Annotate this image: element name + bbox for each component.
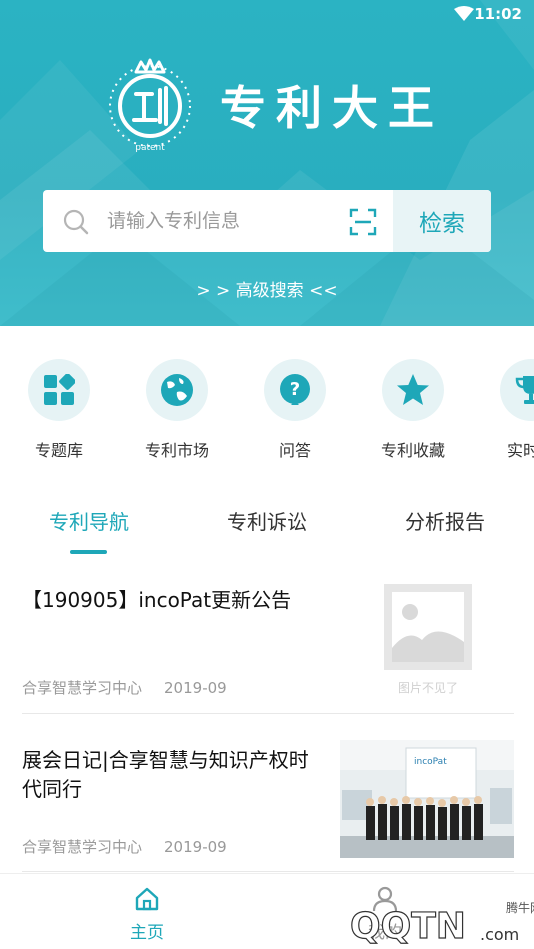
quick-icon-circle bbox=[382, 359, 444, 421]
news-item[interactable]: 展会日记|合享智慧与知识产权时代同行 合享智慧学习中心 2019-09 incoP… bbox=[22, 726, 514, 872]
quick-icon-circle bbox=[146, 359, 208, 421]
header-banner: 11:02 patent 专利大王 检索 > > 高级搜索 << bbox=[0, 0, 534, 326]
search-icon bbox=[63, 209, 89, 235]
watermark-site: QQTN bbox=[350, 906, 466, 947]
grid-icon bbox=[44, 374, 75, 405]
tab-patent-navigation[interactable]: 专利导航 bbox=[0, 506, 178, 535]
home-icon bbox=[135, 887, 159, 911]
quick-item-topic-library[interactable]: 专题库 bbox=[0, 359, 118, 461]
news-tabs: 专利导航 专利诉讼 分析报告 bbox=[0, 500, 534, 558]
quick-item-label: 实时榜 bbox=[506, 441, 534, 460]
nav-home[interactable]: 主页 bbox=[115, 886, 179, 943]
advanced-search-link[interactable]: > > 高级搜索 << bbox=[0, 276, 534, 301]
qqtn-watermark-logo: 腾牛网 QQTN .com bbox=[349, 900, 534, 948]
logo-emblem: patent bbox=[109, 58, 191, 153]
tab-analysis-report[interactable]: 分析报告 bbox=[356, 506, 534, 535]
image-placeholder-text: 图片不见了 bbox=[398, 681, 458, 695]
watermark-cn: 腾牛网 bbox=[506, 900, 534, 915]
quick-icon-circle bbox=[500, 359, 534, 421]
scan-icon[interactable] bbox=[349, 208, 377, 236]
news-source: 合享智慧学习中心 bbox=[22, 679, 143, 697]
news-title: 展会日记|合享智慧与知识产权时代同行 bbox=[22, 748, 309, 801]
quick-item-label: 专利市场 bbox=[144, 441, 209, 460]
status-bar: 11:02 bbox=[0, 0, 534, 30]
thumbnail-sign-text: incoPat bbox=[414, 757, 447, 767]
news-meta: 合享智慧学习中心 2019-09 bbox=[22, 836, 227, 857]
svg-text:?: ? bbox=[290, 379, 300, 400]
tab-patent-litigation[interactable]: 专利诉讼 bbox=[178, 506, 356, 535]
news-date: 2019-09 bbox=[164, 838, 227, 856]
quick-icon-circle bbox=[28, 359, 90, 421]
news-meta: 合享智慧学习中心 2019-09 bbox=[22, 677, 227, 698]
watermark-suffix: .com bbox=[480, 925, 519, 944]
search-button[interactable]: 检索 bbox=[393, 190, 491, 252]
news-date: 2019-09 bbox=[164, 679, 227, 697]
search-box: 检索 bbox=[43, 190, 491, 252]
globe-icon bbox=[161, 374, 193, 406]
quick-item-qa[interactable]: ? 问答 bbox=[236, 359, 354, 461]
trophy-icon bbox=[515, 376, 534, 404]
quick-item-favorites[interactable]: 专利收藏 bbox=[354, 359, 472, 461]
quick-item-label: 专题库 bbox=[34, 441, 83, 460]
news-item[interactable]: 【190905】incoPat更新公告 合享智慧学习中心 2019-09 图片不见… bbox=[22, 570, 514, 714]
news-source: 合享智慧学习中心 bbox=[22, 838, 143, 856]
tab-active-indicator bbox=[70, 550, 107, 554]
wifi-icon bbox=[454, 6, 474, 21]
quick-icon-circle: ? bbox=[264, 359, 326, 421]
quick-item-ranking[interactable]: 实时榜 bbox=[472, 359, 534, 461]
quick-item-label: 专利收藏 bbox=[380, 441, 445, 460]
app-title: 专利大王 bbox=[220, 81, 444, 135]
question-icon: ? bbox=[280, 374, 310, 405]
logo-caption: patent bbox=[135, 143, 165, 153]
news-thumbnail-photo: incoPat bbox=[340, 740, 514, 858]
status-time: 11:02 bbox=[474, 5, 522, 23]
image-placeholder-icon: 图片不见了 bbox=[384, 584, 472, 695]
search-input[interactable] bbox=[107, 190, 367, 252]
news-title: 【190905】incoPat更新公告 bbox=[22, 588, 292, 612]
nav-home-label: 主页 bbox=[130, 923, 164, 943]
quick-item-patent-market[interactable]: 专利市场 bbox=[118, 359, 236, 461]
quick-menu: 专题库 专利市场 ? 问答 专利收藏 实时 bbox=[0, 345, 534, 475]
star-icon bbox=[397, 374, 429, 405]
quick-item-label: 问答 bbox=[278, 441, 311, 460]
